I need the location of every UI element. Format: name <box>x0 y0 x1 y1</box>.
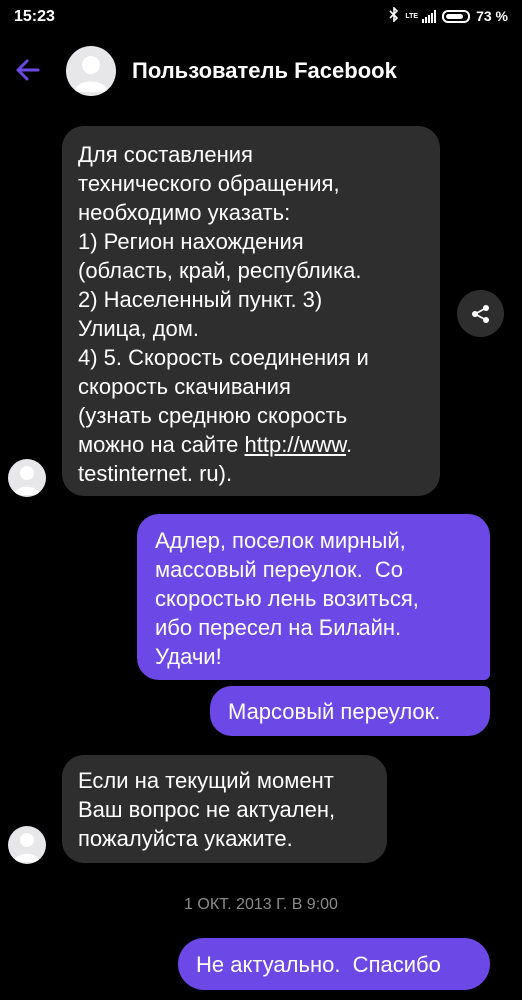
bluetooth-icon <box>389 6 399 25</box>
share-button[interactable] <box>457 290 504 337</box>
battery-icon <box>442 9 471 23</box>
signal-icon <box>422 9 437 23</box>
network-type-label: LTE <box>405 12 419 20</box>
outgoing-message[interactable]: Адлер, поселок мирный, массовый переулок… <box>137 514 490 680</box>
share-icon <box>471 304 489 323</box>
contact-name[interactable]: Пользователь Facebook <box>132 58 397 84</box>
chat-header: Пользователь Facebook <box>0 34 522 110</box>
battery-percent: 73 % <box>476 8 508 24</box>
outgoing-message[interactable]: Марсовый переулок. <box>210 686 490 736</box>
message-timestamp: 1 ОКТ. 2013 Г. В 9:00 <box>184 896 338 913</box>
incoming-message[interactable]: Если на текущий момент Ваш вопрос не акт… <box>62 755 387 863</box>
status-icons: LTE 73 % <box>389 6 508 25</box>
sender-avatar[interactable] <box>8 459 46 497</box>
contact-avatar[interactable] <box>66 46 116 96</box>
back-arrow-icon[interactable] <box>14 56 42 84</box>
status-time: 15:23 <box>14 8 55 25</box>
sender-avatar[interactable] <box>8 826 46 864</box>
outgoing-message[interactable]: Не актуально. Спасибо <box>178 938 490 990</box>
message-text: Для составления технического обращения, … <box>78 142 369 457</box>
message-link[interactable]: http://www <box>245 432 346 457</box>
status-bar: 15:23 LTE 73 % <box>0 0 522 34</box>
incoming-message[interactable]: Для составления технического обращения, … <box>62 126 440 496</box>
